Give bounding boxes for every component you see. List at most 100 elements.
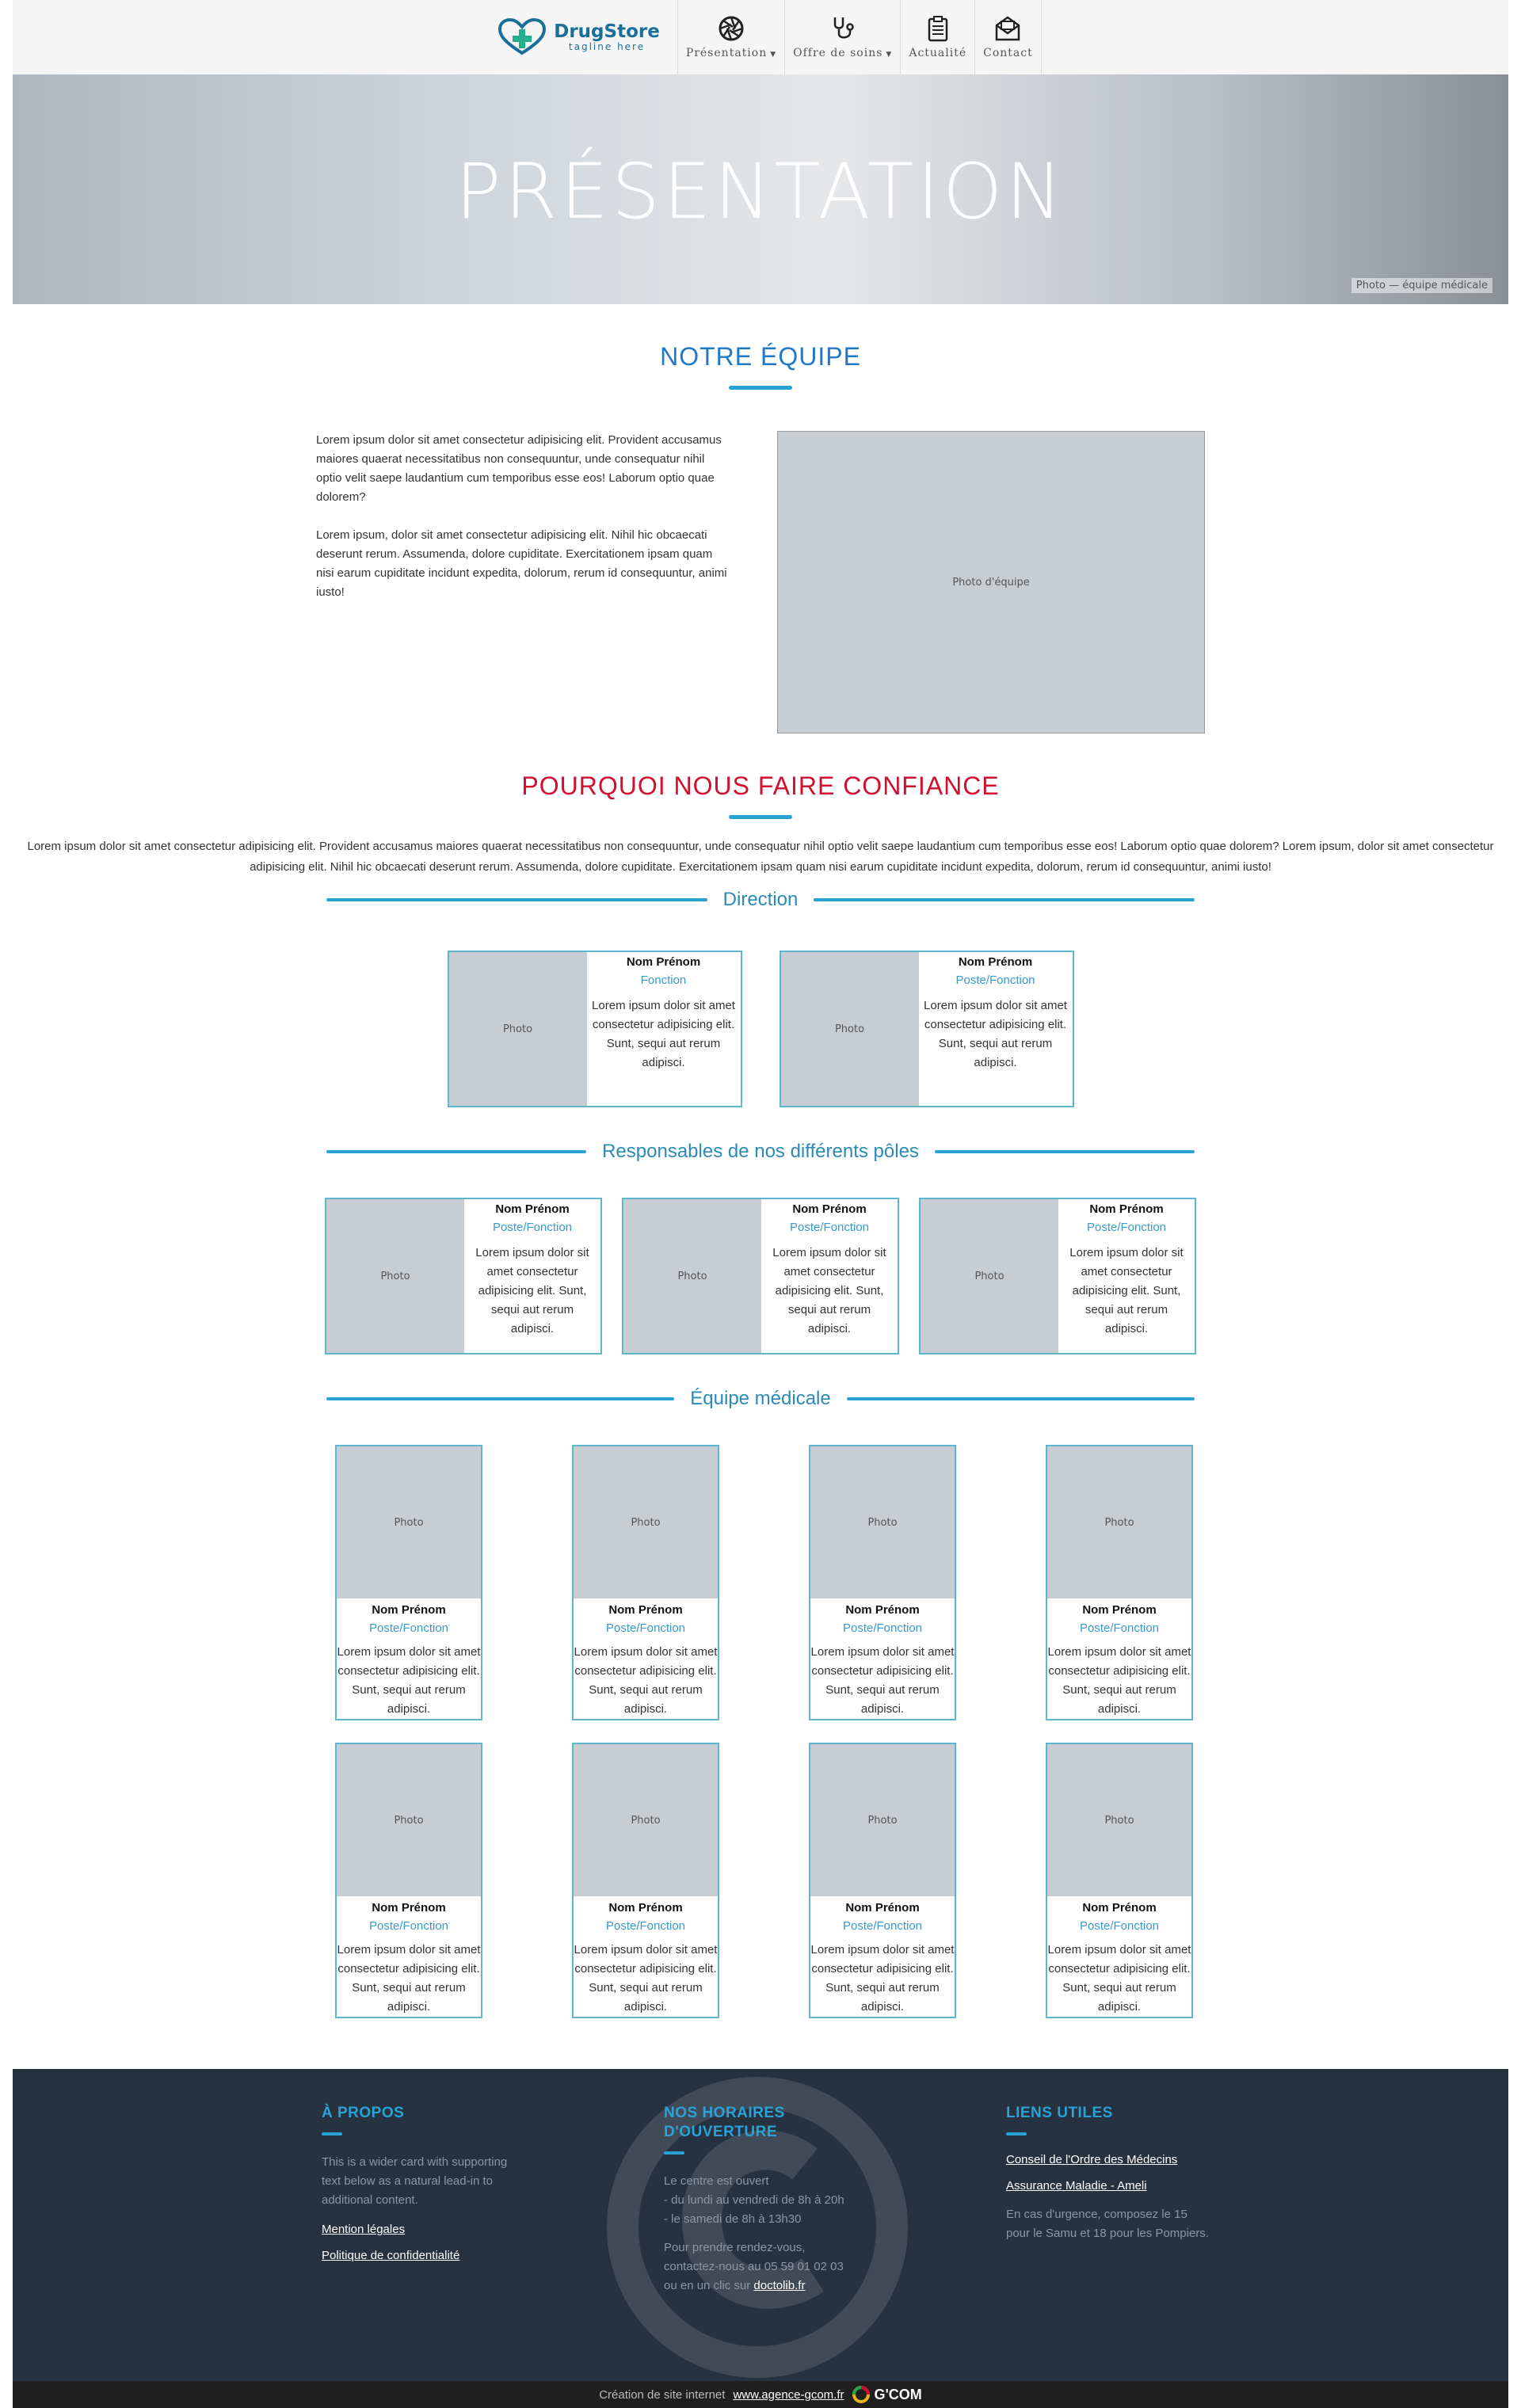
staff-card: Photo Nom Prénom Poste/Fonction Lorem ip…	[325, 1198, 602, 1354]
section-divider-medical: Équipe médicale	[326, 1388, 1195, 1410]
staff-role: Poste/Fonction	[955, 973, 1035, 987]
staff-photo: Photo	[337, 1744, 481, 1896]
staff-description: Lorem ipsum dolor sit amet consectetur a…	[1069, 1246, 1184, 1335]
footer-hours: NOS HORAIRES D'OUVERTURE Le centre est ou…	[664, 2104, 1006, 2296]
staff-card: Photo Nom Prénom Poste/Fonction Lorem ipsum…	[809, 1743, 956, 2018]
team-paragraph: Lorem ipsum, dolor sit amet consectetur …	[316, 528, 727, 599]
chevron-down-icon: ▼	[886, 51, 893, 59]
footer-about-text: This is a wider card with supporting tex…	[322, 2155, 508, 2207]
nav-offre-de-soins[interactable]: Offre de soins ▼	[784, 0, 900, 74]
staff-card: Photo Nom Prénom Poste/Fonction Lorem ipsum…	[335, 1445, 482, 1720]
staff-role: Poste/Fonction	[1079, 1919, 1160, 1933]
staff-role: Poste/Fonction	[842, 1919, 923, 1933]
heading-underline	[729, 815, 792, 819]
gcom-brand: G'COM	[874, 2386, 922, 2402]
privacy-policy-link[interactable]: Politique de confidentialité	[322, 2249, 664, 2262]
ordre-medecins-link[interactable]: Conseil de l'Ordre des Médecins	[1006, 2153, 1348, 2166]
poles-title: Responsables de nos différents pôles	[602, 1141, 919, 1162]
staff-photo: Photo	[810, 1744, 955, 1896]
staff-photo: Photo	[574, 1446, 718, 1598]
team-text: Lorem ipsum dolor sit amet consectetur a…	[316, 431, 733, 733]
rdv-line: contactez-nous au 05 59 01 02 03	[664, 2260, 844, 2273]
aperture-icon	[719, 16, 744, 41]
chevron-down-icon: ▼	[770, 51, 777, 59]
footer-links-title: LIENS UTILES	[1006, 2105, 1113, 2121]
staff-description: Lorem ipsum dolor sit amet consectetur a…	[337, 1645, 481, 1716]
footer-about-title: À PROPOS	[322, 2105, 405, 2121]
trust-text: Lorem ipsum dolor sit amet consectetur a…	[27, 840, 1494, 874]
nav-actualite[interactable]: Actualité	[900, 0, 974, 74]
footer-hours-title: NOS HORAIRES	[664, 2105, 785, 2121]
rdv-line: Pour prendre rendez-vous,	[664, 2241, 806, 2254]
staff-description: Lorem ipsum dolor sit amet consectetur a…	[772, 1246, 886, 1335]
staff-name: Nom Prénom	[372, 1603, 446, 1617]
medical-grid: Photo Nom Prénom Poste/Fonction Lorem ipsum…	[326, 1445, 1195, 2018]
site-footer: À PROPOS This is a wider card with suppo…	[13, 2069, 1508, 2381]
staff-description: Lorem ipsum dolor sit amet consectetur a…	[337, 1943, 481, 2014]
nav-label: Présentation	[685, 47, 768, 59]
staff-card: Photo Nom Prénom Poste/Fonction Lorem ip…	[779, 951, 1074, 1107]
staff-photo: Photo	[921, 1199, 1058, 1353]
page-title: PRÉSENTATION	[455, 147, 1066, 236]
staff-role: Poste/Fonction	[1079, 1621, 1160, 1635]
staff-description: Lorem ipsum dolor sit amet consectetur a…	[592, 999, 735, 1069]
medical-title: Équipe médicale	[690, 1388, 831, 1409]
nav-label: Actualité	[909, 47, 967, 59]
staff-photo: Photo	[326, 1199, 464, 1353]
doctolib-link[interactable]: doctolib.fr	[753, 2279, 805, 2292]
staff-description: Lorem ipsum dolor sit amet consectetur a…	[475, 1246, 589, 1335]
rdv-line: ou en un clic sur	[664, 2279, 751, 2292]
footer-about: À PROPOS This is a wider card with suppo…	[322, 2104, 664, 2296]
staff-card: Photo Nom Prénom Poste/Fonction Lorem ipsum…	[572, 1743, 719, 2018]
mail-icon	[996, 16, 1020, 41]
footer-links: LIENS UTILES Conseil de l'Ordre des Méde…	[1006, 2104, 1348, 2296]
staff-description: Lorem ipsum dolor sit amet consectetur a…	[810, 1943, 955, 2014]
staff-card: Photo Nom Prénom Poste/Fonction Lorem ipsum…	[1046, 1743, 1193, 2018]
staff-photo: Photo	[1047, 1446, 1191, 1598]
trust-heading: POURQUOI NOUS FAIRE CONFIANCE	[521, 772, 1000, 800]
gcom-logo-icon	[852, 2386, 870, 2403]
staff-role: Poste/Fonction	[605, 1621, 686, 1635]
gcom-logo[interactable]: G'COM	[852, 2386, 922, 2403]
footer-title-underline	[664, 2151, 684, 2155]
team-photo: Photo d'équipe	[777, 431, 1205, 733]
nav-label: Offre de soins	[793, 47, 883, 59]
direction-cards: Photo Nom Prénom Fonction Lorem ipsum do…	[13, 951, 1508, 1107]
staff-info: Nom Prénom Poste/Fonction Lorem ipsum do…	[919, 952, 1073, 1106]
ameli-link[interactable]: Assurance Maladie - Ameli	[1006, 2179, 1348, 2193]
staff-description: Lorem ipsum dolor sit amet consectetur a…	[1047, 1645, 1191, 1716]
staff-role: Poste/Fonction	[368, 1621, 449, 1635]
site-header: DrugStore tagline here Présentation ▼ Off…	[13, 0, 1508, 74]
staff-info: Nom Prénom Poste/Fonction Lorem ipsum do…	[761, 1199, 898, 1353]
staff-photo: Photo	[1047, 1744, 1191, 1896]
nav-contact[interactable]: Contact	[974, 0, 1042, 74]
staff-role: Poste/Fonction	[368, 1919, 449, 1933]
staff-name: Nom Prénom	[608, 1901, 683, 1915]
copyright-text: Création de site internet	[599, 2387, 726, 2402]
staff-card: Photo Nom Prénom Poste/Fonction Lorem ipsum…	[572, 1445, 719, 1720]
staff-photo: Photo	[448, 952, 587, 1106]
staff-card: Photo Nom Prénom Poste/Fonction Lorem ipsum…	[335, 1743, 482, 2018]
site-logo[interactable]: DrugStore tagline here	[479, 0, 677, 74]
staff-description: Lorem ipsum dolor sit amet consectetur a…	[574, 1943, 718, 2014]
staff-info: Nom Prénom Poste/Fonction Lorem ipsum do…	[464, 1199, 600, 1353]
clipboard-icon	[928, 16, 947, 42]
footer-title-underline	[322, 2132, 342, 2136]
staff-photo: Photo	[623, 1199, 761, 1353]
logo-name: DrugStore	[554, 21, 660, 42]
staff-name: Nom Prénom	[1089, 1202, 1164, 1216]
staff-role: Poste/Fonction	[842, 1621, 923, 1635]
copyright-bar: Création de site internet www.agence-gco…	[13, 2381, 1508, 2408]
agency-link[interactable]: www.agence-gcom.fr	[733, 2388, 844, 2402]
nav-label: Contact	[983, 47, 1033, 59]
nav-presentation[interactable]: Présentation ▼	[677, 0, 784, 74]
staff-role: Poste/Fonction	[492, 1221, 573, 1234]
staff-description: Lorem ipsum dolor sit amet consectetur a…	[574, 1645, 718, 1716]
legal-notice-link[interactable]: Mention légales	[322, 2223, 664, 2236]
staff-description: Lorem ipsum dolor sit amet consectetur a…	[810, 1645, 955, 1716]
staff-role: Poste/Fonction	[1086, 1221, 1167, 1234]
emergency-text: En cas d'urgence, composez le 15 pour le…	[1006, 2208, 1209, 2240]
staff-photo: Photo	[337, 1446, 481, 1598]
staff-name: Nom Prénom	[958, 955, 1033, 969]
staff-description: Lorem ipsum dolor sit amet consectetur a…	[1047, 1943, 1191, 2014]
